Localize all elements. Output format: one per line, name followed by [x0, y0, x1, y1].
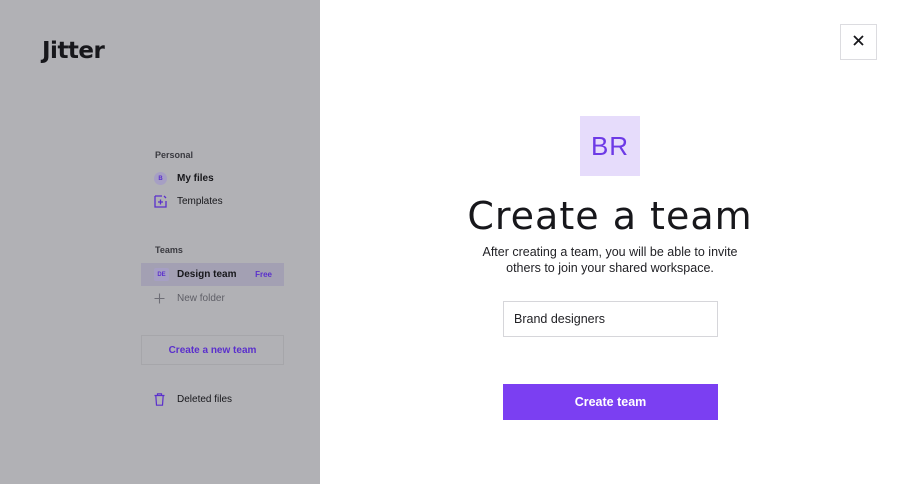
- plus-icon: [154, 293, 176, 304]
- team-avatar: DE: [154, 268, 169, 281]
- sidebar-item-label: My files: [177, 173, 214, 184]
- sidebar-item-my-files[interactable]: B My files: [141, 167, 284, 190]
- sidebar-item-label: Deleted files: [177, 394, 233, 405]
- user-avatar: B: [154, 172, 167, 185]
- sidebar: Jitter Personal B My files Templates Tea…: [0, 0, 320, 484]
- sidebar-item-deleted-files[interactable]: Deleted files: [141, 388, 284, 411]
- close-button[interactable]: [840, 24, 877, 60]
- close-icon: [853, 33, 864, 51]
- sidebar-item-templates[interactable]: Templates: [141, 190, 284, 213]
- create-new-team-button[interactable]: Create a new team: [141, 335, 284, 365]
- create-team-button[interactable]: Create team: [503, 384, 718, 420]
- template-icon: [154, 195, 176, 208]
- jitter-logo[interactable]: Jitter: [42, 38, 105, 64]
- sidebar-item-label: Templates: [177, 196, 223, 207]
- personal-section-label: Personal: [155, 150, 194, 160]
- sidebar-item-label: New folder: [177, 293, 225, 304]
- trash-icon: [154, 393, 176, 406]
- sidebar-item-design-team[interactable]: DE Design team Free: [141, 263, 284, 286]
- sidebar-item-label: Design team: [177, 269, 237, 280]
- teams-section-label: Teams: [155, 245, 183, 255]
- team-avatar-preview[interactable]: BR: [580, 116, 640, 176]
- sidebar-item-new-folder[interactable]: New folder: [141, 287, 284, 310]
- modal-description: After creating a team, you will be able …: [482, 245, 738, 275]
- plan-badge: Free: [255, 270, 272, 279]
- modal-title: Create a team: [467, 194, 753, 238]
- team-name-input[interactable]: [503, 301, 718, 337]
